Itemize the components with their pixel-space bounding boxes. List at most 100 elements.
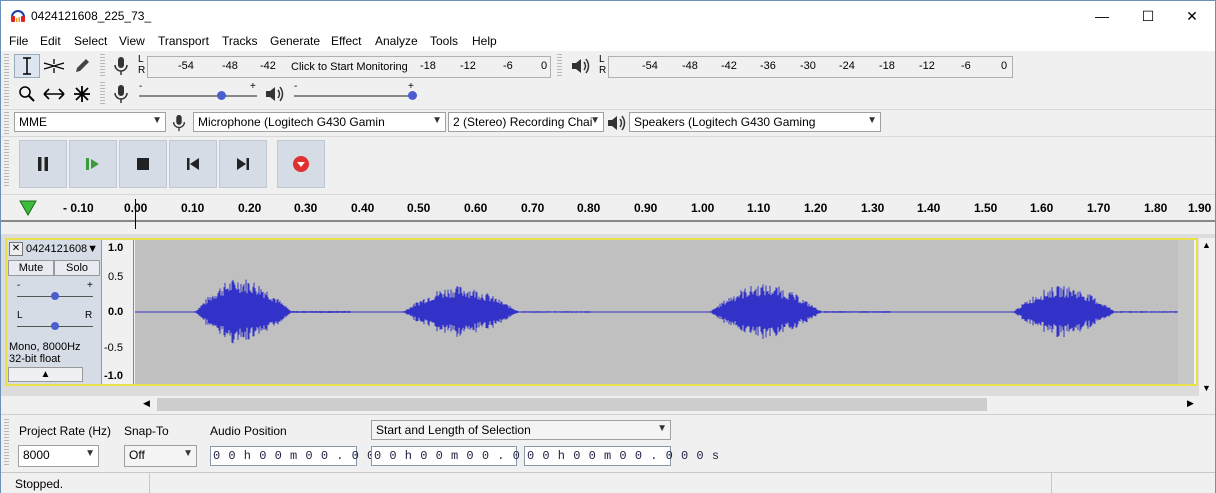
title-bar: 0424121608_225_73_ — ☐ ✕ bbox=[1, 1, 1215, 31]
minimize-button[interactable]: — bbox=[1079, 1, 1125, 31]
chevron-down-icon: ▼ bbox=[590, 115, 600, 126]
play-icon bbox=[86, 158, 99, 170]
menu-effect[interactable]: Effect bbox=[331, 34, 361, 48]
amplitude-tick: 0.0 bbox=[108, 306, 124, 318]
mixer-speaker-icon bbox=[264, 84, 286, 107]
timeline-tick-label: 1.60 bbox=[1030, 201, 1054, 215]
chevron-down-icon: ▼ bbox=[152, 115, 162, 126]
record-button[interactable] bbox=[277, 140, 325, 188]
snap-to-select[interactable]: Off ▼ bbox=[124, 445, 197, 467]
toolbar-grip[interactable] bbox=[4, 140, 9, 188]
scroll-up-icon[interactable]: ▲ bbox=[1202, 240, 1211, 250]
menu-view[interactable]: View bbox=[119, 34, 145, 48]
scroll-down-icon[interactable]: ▼ bbox=[1202, 383, 1211, 393]
play-head-triangle-icon[interactable] bbox=[19, 200, 37, 219]
slider-thumb[interactable] bbox=[217, 91, 227, 100]
meter-tick: -24 bbox=[839, 60, 855, 72]
toolbar-grip[interactable] bbox=[100, 82, 105, 106]
waveform bbox=[135, 279, 1179, 344]
microphone-icon bbox=[114, 57, 128, 75]
meter-tick: -6 bbox=[503, 60, 513, 72]
multi-tool[interactable] bbox=[69, 82, 95, 106]
pause-button[interactable] bbox=[19, 140, 67, 188]
selection-tool[interactable] bbox=[14, 54, 40, 78]
play-button[interactable] bbox=[69, 140, 117, 188]
selection-length-field[interactable]: 0 0 h 0 0 m 0 0 . 0 0 0 s bbox=[524, 446, 719, 466]
double-arrow-icon bbox=[43, 88, 65, 100]
project-rate-select[interactable]: 8000 ▼ bbox=[18, 445, 99, 467]
meter-right-label: R bbox=[138, 65, 146, 76]
draw-tool[interactable] bbox=[69, 54, 95, 78]
playback-device-value: Speakers (Logitech G430 Gaming bbox=[634, 115, 816, 129]
close-button[interactable]: ✕ bbox=[1169, 1, 1215, 31]
collapse-track-button[interactable]: ▲ bbox=[8, 367, 83, 382]
timeline-tick-label: 1.20 bbox=[804, 201, 828, 215]
record-meter[interactable]: -54 -48 -42 Click to Start Monitoring -1… bbox=[147, 56, 551, 78]
menu-analyze[interactable]: Analyze bbox=[375, 34, 418, 48]
timeline-tick-label: 0.30 bbox=[294, 201, 318, 215]
menu-tracks[interactable]: Tracks bbox=[222, 34, 258, 48]
scroll-left-icon[interactable]: ◀ bbox=[143, 398, 150, 409]
chevron-down-icon: ▼ bbox=[183, 448, 193, 459]
playback-meter-speaker[interactable] bbox=[570, 56, 592, 79]
menu-tools[interactable]: Tools bbox=[430, 34, 458, 48]
slider-track bbox=[294, 95, 412, 97]
audio-host-select[interactable]: MME ▼ bbox=[14, 112, 166, 132]
recording-channels-select[interactable]: 2 (Stereo) Recording Chai ▼ bbox=[448, 112, 604, 132]
mute-button[interactable]: Mute bbox=[8, 260, 54, 276]
timeline-tick-label: 0.60 bbox=[464, 201, 488, 215]
zoom-tool[interactable] bbox=[14, 82, 40, 106]
menu-help[interactable]: Help bbox=[472, 34, 497, 48]
menu-file[interactable]: File bbox=[9, 34, 28, 48]
meter-tick: 0 bbox=[541, 60, 548, 72]
scroll-right-icon[interactable]: ▶ bbox=[1187, 398, 1194, 409]
solo-button[interactable]: Solo bbox=[54, 260, 100, 276]
pan-slider-thumb[interactable] bbox=[51, 322, 59, 330]
audio-position-field[interactable]: 0 0 h 0 0 m 0 0 . 0 0 0 s bbox=[210, 446, 405, 466]
toolbar-grip[interactable] bbox=[4, 54, 9, 108]
record-meter-mic-icon[interactable] bbox=[111, 56, 131, 79]
recording-device-select[interactable]: Microphone (Logitech G430 Gamin ▼ bbox=[193, 112, 446, 132]
skip-to-start-button[interactable] bbox=[169, 140, 217, 188]
meter-left-label: L bbox=[599, 54, 605, 65]
track-vertical-ruler[interactable]: 1.0 0.5 0.0 -0.5 -1.0 bbox=[102, 240, 134, 384]
playback-meter[interactable]: -54 -48 -42 -36 -30 -24 -18 -12 -6 0 bbox=[608, 56, 1013, 78]
skip-to-end-button[interactable] bbox=[219, 140, 267, 188]
selection-start-field[interactable]: 0 0 h 0 0 m 0 0 . 0 0 0 s bbox=[371, 446, 566, 466]
toolbar-grip[interactable] bbox=[4, 112, 9, 134]
meter-tick: -18 bbox=[879, 60, 895, 72]
playback-device-select[interactable]: Speakers (Logitech G430 Gaming ▼ bbox=[629, 112, 881, 132]
toolbar-grip[interactable] bbox=[557, 54, 562, 78]
close-track-button[interactable]: ✕ bbox=[9, 242, 23, 256]
playback-volume-slider[interactable]: - + bbox=[294, 81, 418, 105]
timeline-ruler[interactable]: - 0.10 0.00 0.10 0.20 0.30 0.40 0.50 0.6… bbox=[1, 194, 1215, 234]
track-control-panel[interactable]: ✕ 0424121608 ▼ Mute Solo - + L R Mono, 80… bbox=[7, 240, 102, 384]
meter-tick: -54 bbox=[178, 60, 194, 72]
slider-track bbox=[139, 95, 257, 97]
pan-right-label: R bbox=[85, 310, 93, 321]
selection-mode-select[interactable]: Start and Length of Selection ▼ bbox=[371, 420, 671, 440]
pause-icon bbox=[38, 157, 48, 171]
playback-meter-lr: L R bbox=[599, 54, 606, 76]
menu-select[interactable]: Select bbox=[74, 34, 107, 48]
menu-edit[interactable]: Edit bbox=[40, 34, 61, 48]
track-name-menu[interactable]: 0424121608 ▼ bbox=[26, 242, 100, 256]
maximize-button[interactable]: ☐ bbox=[1125, 1, 1171, 31]
toolbar-grip[interactable] bbox=[4, 419, 9, 465]
timeline-tick-label: 1.90 bbox=[1188, 201, 1212, 215]
click-to-start-monitoring[interactable]: Click to Start Monitoring bbox=[291, 61, 408, 73]
vertical-scrollbar[interactable]: ▲ ▼ bbox=[1199, 238, 1215, 396]
speaker-icon bbox=[266, 86, 284, 102]
horizontal-scroll-thumb[interactable] bbox=[157, 398, 987, 411]
chevron-down-icon: ▼ bbox=[657, 423, 667, 434]
timeshift-tool[interactable] bbox=[41, 82, 67, 106]
envelope-tool[interactable] bbox=[41, 54, 67, 78]
menu-transport[interactable]: Transport bbox=[158, 34, 209, 48]
slider-thumb[interactable] bbox=[407, 91, 417, 100]
toolbar-grip[interactable] bbox=[100, 54, 105, 78]
stop-button[interactable] bbox=[119, 140, 167, 188]
waveform-area[interactable] bbox=[135, 240, 1179, 384]
menu-generate[interactable]: Generate bbox=[270, 34, 320, 48]
recording-volume-slider[interactable]: - + bbox=[139, 81, 259, 105]
gain-slider-thumb[interactable] bbox=[51, 292, 59, 300]
